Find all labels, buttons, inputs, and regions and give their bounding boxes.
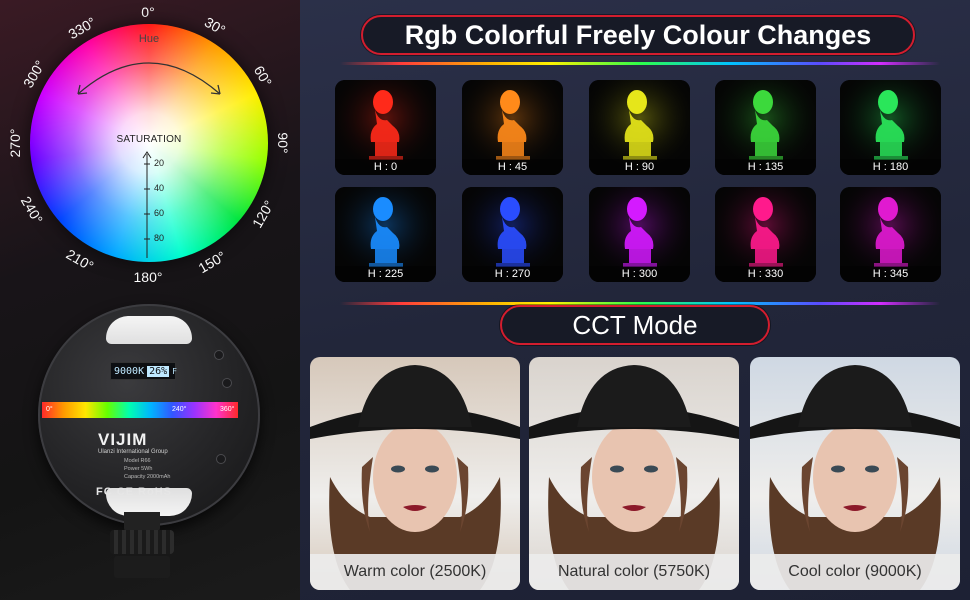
hue-sample-tile: H : 300 [589,187,690,282]
hue-sample-tile: H : 225 [335,187,436,282]
portrait-caption: Warm color (2500K) [310,554,520,590]
hue-sample-tile: H : 180 [840,80,941,175]
mount-base [114,556,170,578]
hue-caption: H : 45 [462,159,563,175]
strip-mark: 360° [220,406,235,413]
portrait-caption: Natural color (5750K) [529,554,739,590]
saturation-tick: 80 [154,233,165,243]
cold-shoe-mount [102,512,182,584]
hue-caption: H : 90 [589,159,690,175]
mount-neck [124,512,160,532]
saturation-tick: 60 [154,208,165,218]
lcd-brightness: 26% [147,365,170,377]
led-panel-top [106,316,192,344]
hue-sample-tile: H : 0 [335,80,436,175]
strip-mark: 0° [46,406,53,413]
saturation-tick: 20 [154,158,165,168]
device-spec-line: Power 5Wh [124,466,153,472]
cct-portrait-card: Cool color (9000K) [750,357,960,590]
saturation-scale: 20 40 60 80 [140,150,180,260]
degree-label: 270° [7,128,23,158]
brand-logo: VIJIM [98,430,148,449]
lcd-flag: F [172,366,177,376]
hue-caption: H : 180 [840,159,941,175]
brand-subtitle: Ulanzi International Group [98,449,168,455]
degree-label: 180° [133,269,163,285]
feature-panel: Rgb Colorful Freely Colour Changes H : 0… [300,0,970,600]
hue-sample-tile: H : 90 [589,80,690,175]
certification-marks: FC CE RoHS [96,486,172,498]
hue-sample-tile: H : 135 [715,80,816,175]
hue-caption: H : 0 [335,159,436,175]
hue-sample-tile: H : 45 [462,80,563,175]
cct-portrait-card: Warm color (2500K) [310,357,520,590]
portrait-caption: Cool color (9000K) [750,554,960,590]
rainbow-divider [340,62,940,65]
hue-caption: H : 135 [715,159,816,175]
saturation-label: SATURATION [116,134,182,145]
strip-mark: 240° [172,406,187,413]
lcd-display: 9000K 26% F [110,362,177,380]
hue-caption: H : 225 [335,266,436,282]
rgb-strip: 0° 240° 360° [42,402,238,418]
hue-sample-tile: H : 270 [462,187,563,282]
saturation-arrow-icon [142,151,152,258]
side-button[interactable] [216,454,226,464]
side-button[interactable] [214,350,224,360]
hue-sample-tile: H : 330 [715,187,816,282]
lcd-temperature: 9000K [114,365,145,377]
cct-portrait-card: Natural color (5750K) [529,357,739,590]
hue-caption: H : 330 [715,266,816,282]
hue-caption: H : 300 [589,266,690,282]
rgb-light-device: 9000K 26% F 0° 240° 360° VIJIM Ulanzi In… [38,304,260,526]
cct-section-title: CCT Mode [500,305,770,345]
degree-label: 0° [141,4,155,20]
saturation-tick: 40 [154,183,165,193]
product-panel: 0° 30° 60° 90° 120° 150° 180° 210° 240° … [0,0,300,600]
hue-label: Hue [138,33,160,45]
degree-label: 90° [275,132,291,154]
side-button[interactable] [222,378,232,388]
device-spec-line: Capacity 2000mAh [124,474,171,480]
hue-sample-tile: H : 345 [840,187,941,282]
hue-caption: H : 270 [462,266,563,282]
mount-knob[interactable] [110,530,174,554]
rgb-section-title: Rgb Colorful Freely Colour Changes [361,15,915,55]
hue-caption: H : 345 [840,266,941,282]
device-spec-line: Model R66 [124,458,151,464]
